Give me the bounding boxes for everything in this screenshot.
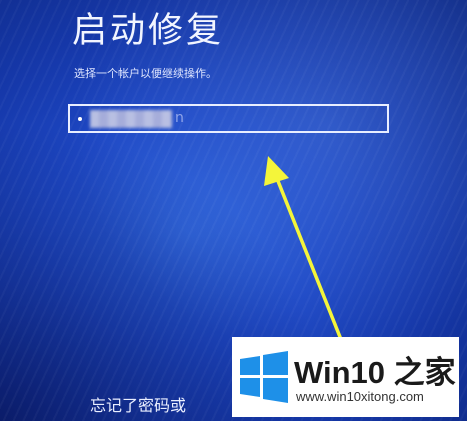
watermark-brand: Win10 之家 xyxy=(294,355,456,390)
watermark-url: www.win10xitong.com xyxy=(296,389,424,404)
account-name-suffix: n xyxy=(175,110,184,126)
windows-logo-icon xyxy=(240,351,288,403)
site-watermark: Win10 之家 www.win10xitong.com xyxy=(232,337,459,417)
account-name-redaction xyxy=(90,110,172,128)
forgot-password-link[interactable]: 忘记了密码或 xyxy=(90,392,186,416)
account-select-field[interactable]: n xyxy=(68,104,389,133)
page-title: 启动修复 xyxy=(72,11,225,51)
startup-repair-screen: 启动修复 选择一个帐户以便继续操作。 n 忘记了密码或 Win10 之家 www… xyxy=(0,0,467,421)
page-subtitle: 选择一个帐户以便继续操作。 xyxy=(74,67,217,80)
account-bullet-icon xyxy=(78,117,82,121)
